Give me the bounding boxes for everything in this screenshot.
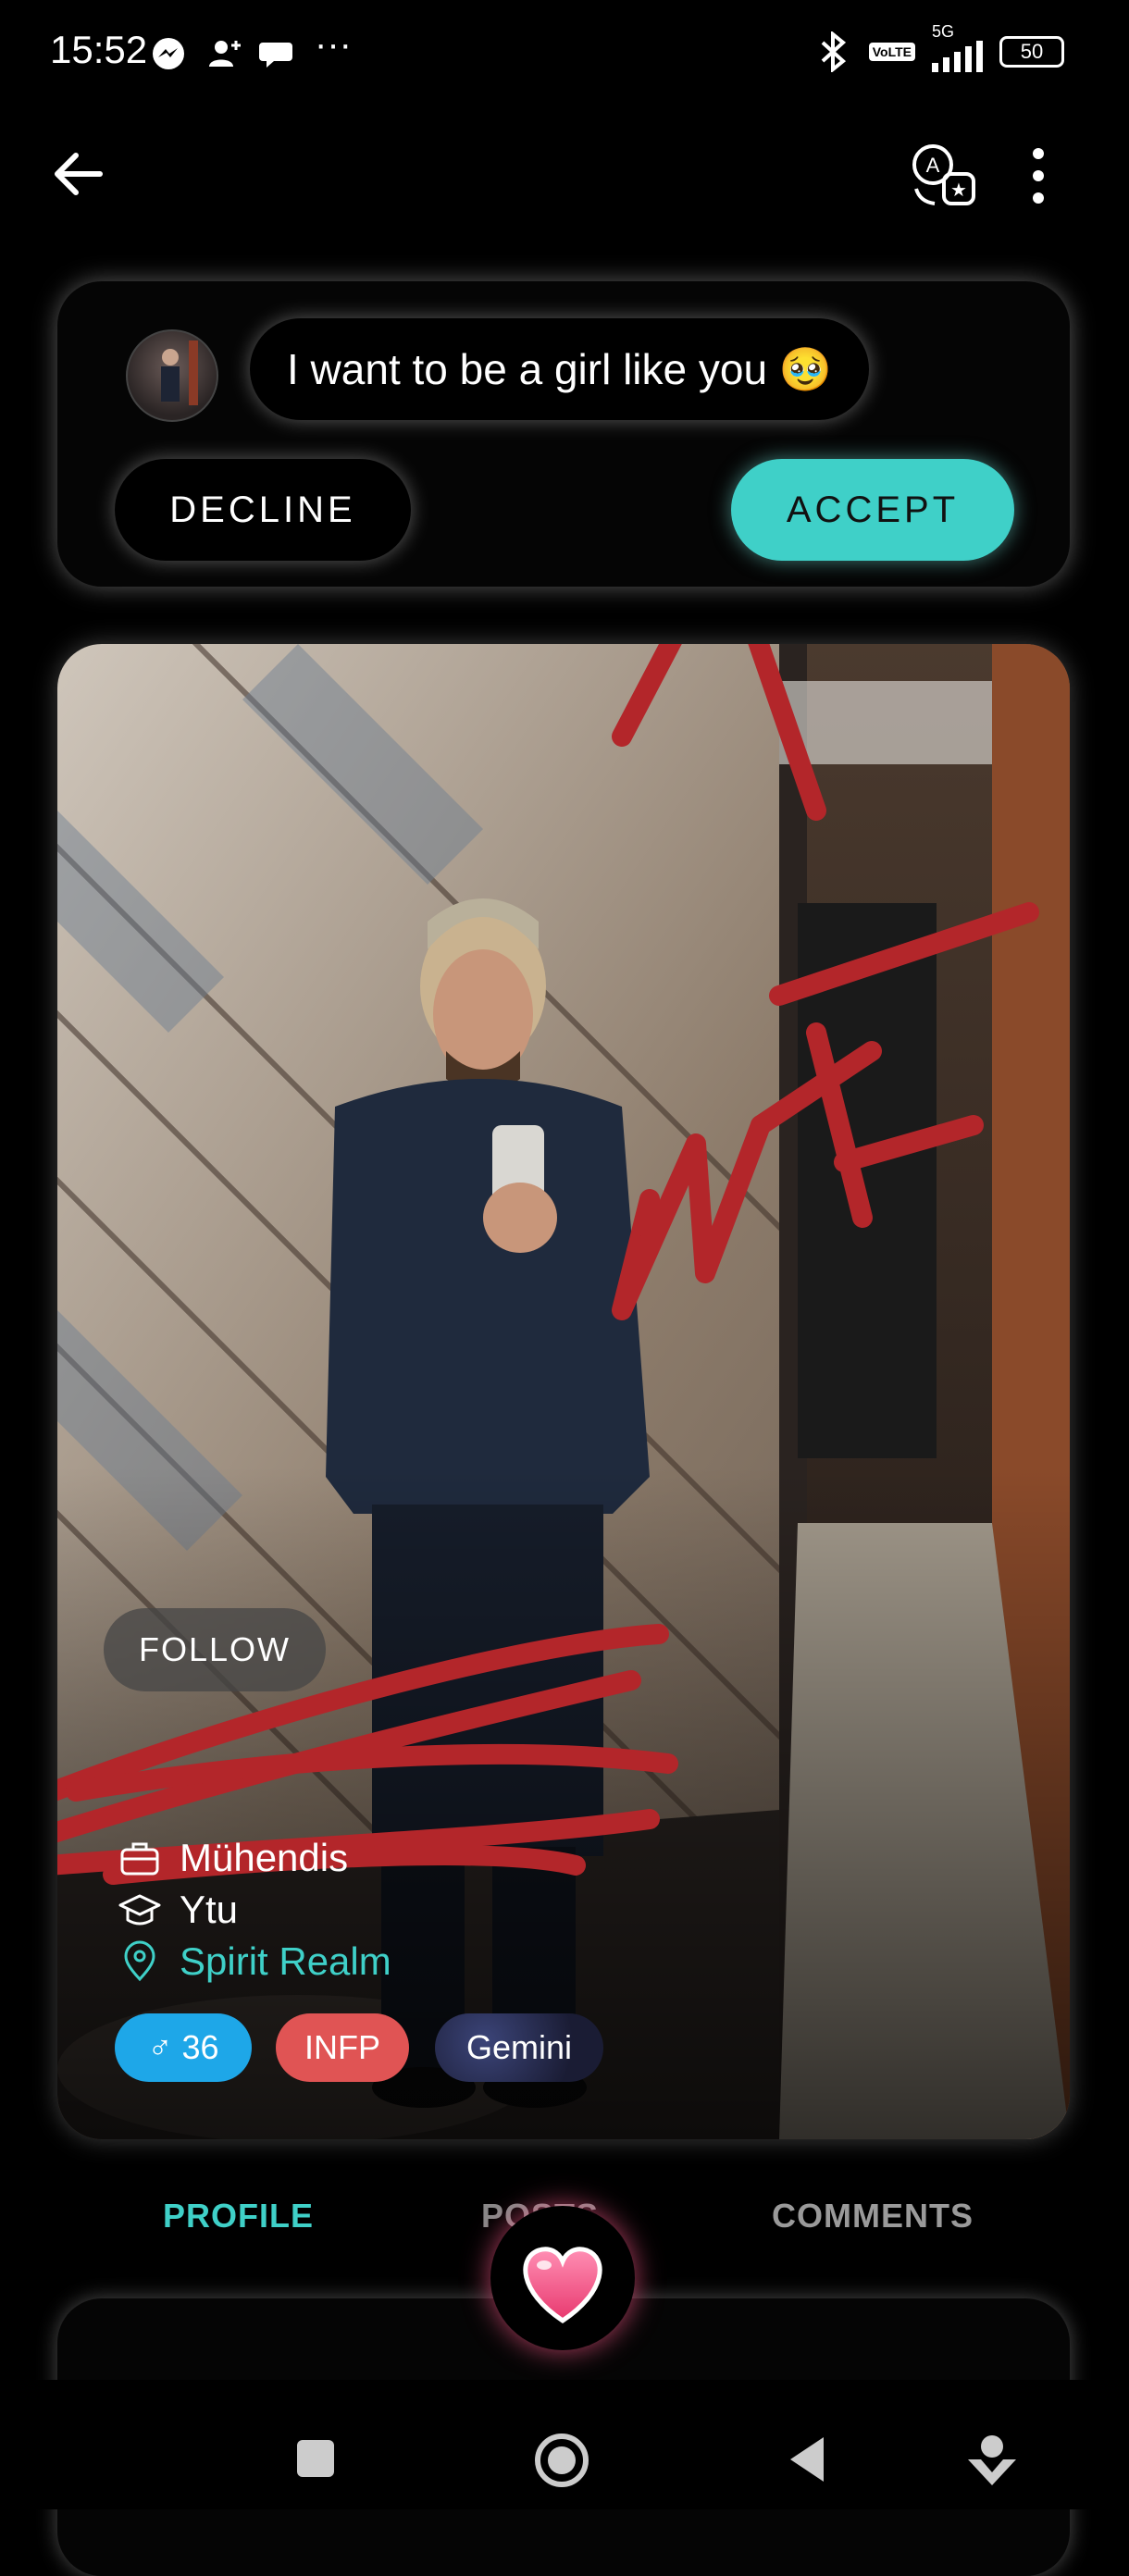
add-contact-icon (209, 41, 241, 67)
male-icon: ♂ (147, 2028, 182, 2066)
home-icon[interactable] (533, 2432, 590, 2489)
graduation-cap-icon (118, 1894, 161, 1926)
location-label: Spirit Realm (180, 1939, 391, 1983)
request-message-bubble: I want to be a girl like you 🥹 (250, 318, 870, 420)
zodiac-chip: Gemini (435, 2013, 603, 2082)
assistant-icon[interactable] (966, 2432, 1018, 2487)
like-button[interactable] (490, 2206, 635, 2350)
translate-button[interactable]: A ★ (909, 141, 979, 211)
age-label: 36 (181, 2028, 219, 2066)
location-pin-icon (124, 1940, 155, 1982)
sender-avatar[interactable] (126, 329, 218, 422)
status-time: 15:52 (50, 28, 148, 71)
messenger-icon (153, 38, 184, 69)
status-indicators: VoLTE 5G 50 (815, 22, 1064, 72)
mbti-chip: INFP (276, 2013, 409, 2082)
tab-comments[interactable]: COMMENTS (772, 2197, 974, 2235)
follow-button[interactable]: FOLLOW (104, 1608, 326, 1691)
decline-button[interactable]: DECLINE (115, 459, 411, 561)
more-vertical-icon (1033, 148, 1044, 204)
svg-text:★: ★ (950, 179, 967, 201)
status-more-indicator: ··· (315, 24, 352, 65)
more-options-button[interactable] (1009, 141, 1068, 211)
status-bar: 15:52 ··· VoLTE 5G 50 (0, 0, 1129, 102)
gender-age-chip: ♂ 36 (115, 2013, 252, 2082)
network-type: 5G (932, 22, 955, 41)
bluetooth-icon (821, 31, 846, 72)
tab-profile[interactable]: PROFILE (163, 2197, 314, 2235)
briefcase-icon (120, 1842, 159, 1876)
battery-indicator: 50 (999, 36, 1064, 68)
school-row: Ytu (118, 1888, 238, 1932)
translate-icon: A ★ (912, 144, 975, 205)
avatar-photo (161, 341, 198, 405)
heart-icon (523, 2247, 602, 2324)
accept-button[interactable]: ACCEPT (731, 459, 1014, 561)
recent-apps-icon[interactable] (294, 2437, 337, 2480)
back-button[interactable] (44, 139, 115, 209)
arrow-left-icon (55, 153, 103, 195)
signal-icon (932, 39, 983, 72)
back-nav-icon[interactable] (787, 2435, 827, 2483)
job-row: Mühendis (118, 1836, 348, 1880)
chat-bubble-icon (259, 43, 292, 68)
school-label: Ytu (180, 1888, 239, 1931)
system-navigation-bar (0, 2380, 1129, 2509)
location-row: Spirit Realm (118, 1939, 391, 1984)
volte-badge: VoLTE (868, 43, 915, 61)
job-label: Mühendis (180, 1836, 349, 1879)
svg-text:A: A (926, 154, 940, 177)
